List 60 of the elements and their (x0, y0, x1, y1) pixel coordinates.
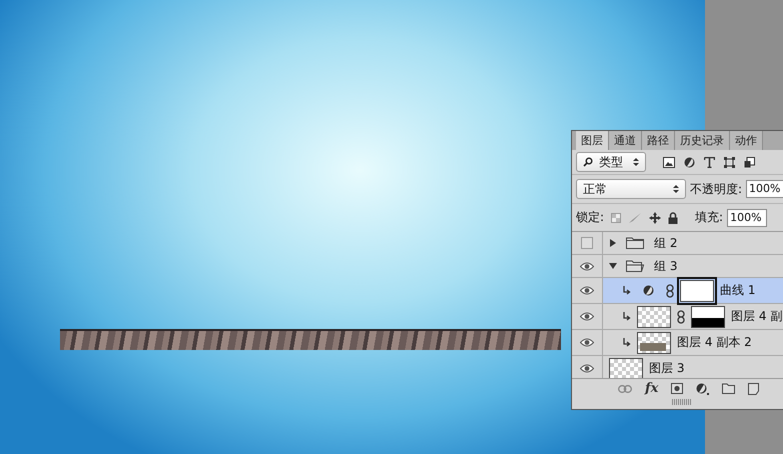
layer-thumbnail (609, 358, 643, 378)
eye-icon[interactable] (580, 338, 594, 347)
layer-thumbnail (637, 306, 671, 328)
layer-name: 组 3 (654, 258, 678, 274)
mask-icon[interactable] (671, 383, 684, 394)
search-icon (583, 157, 593, 167)
layer-name: 组 2 (654, 234, 678, 252)
half-circle-icon[interactable] (684, 156, 695, 168)
move-icon[interactable] (649, 212, 662, 224)
layer-row[interactable]: 组 2 (572, 232, 783, 255)
folder-icon (626, 237, 644, 249)
filter-value: 类型 (599, 154, 624, 170)
lock-icon[interactable] (668, 212, 678, 224)
chain-link-icon (677, 310, 685, 324)
panel-tab[interactable]: 动作 (730, 131, 763, 150)
fill-field[interactable]: 100% (727, 208, 768, 226)
opacity-label: 不透明度: (690, 180, 742, 198)
layer-row[interactable]: 图层 4 副. (572, 304, 783, 330)
half-circle-icon[interactable] (696, 382, 710, 394)
disclosure-triangle-icon[interactable] (609, 262, 617, 270)
layer-name: 图层 4 副本 2 (677, 334, 752, 351)
blend-mode-dropdown[interactable]: 正常 (576, 179, 686, 199)
new-page-icon[interactable] (748, 382, 760, 394)
folder-icon (626, 260, 644, 272)
half-circle-icon (643, 285, 654, 296)
layer-style-button[interactable]: fx (645, 381, 658, 396)
clip-arrow-icon (623, 338, 631, 347)
eye-icon[interactable] (580, 286, 594, 295)
lock-label: 锁定: (576, 209, 604, 226)
layer-thumbnail (637, 332, 671, 354)
type-icon[interactable] (704, 156, 715, 168)
eye-icon[interactable] (580, 312, 594, 321)
layer-name: 图层 4 副. (731, 308, 783, 325)
eye-icon[interactable] (580, 262, 594, 270)
resize-grip[interactable] (672, 399, 692, 405)
layer-row[interactable]: 图层 3 (572, 356, 783, 378)
updown-icon (673, 184, 679, 194)
image-icon[interactable] (663, 156, 675, 168)
layer-name: 图层 3 (649, 360, 684, 377)
layer-name: 曲线 1 (720, 282, 756, 299)
blend-mode-value: 正常 (583, 180, 608, 198)
folder-icon[interactable] (722, 383, 736, 394)
fill-label: 填充: (695, 209, 724, 226)
smart-object-icon[interactable] (744, 156, 755, 168)
mask-thumbnail (691, 306, 725, 328)
panel-tab[interactable]: 图层 (576, 131, 609, 150)
opacity-field[interactable]: 100% (746, 180, 783, 198)
transform-icon[interactable] (724, 156, 735, 168)
chain-link-icon (666, 284, 674, 298)
layer-row[interactable]: 图层 4 副本 2 (572, 330, 783, 356)
filter-dropdown[interactable]: 类型 (576, 152, 646, 172)
clip-arrow-icon (623, 286, 631, 295)
panel-tab[interactable]: 路径 (642, 131, 675, 150)
disclosure-triangle-icon[interactable] (609, 239, 617, 247)
panel-tab[interactable]: 历史记录 (675, 131, 730, 150)
eye-icon[interactable] (580, 364, 594, 373)
checker-icon[interactable] (611, 212, 622, 222)
updown-icon (633, 157, 639, 167)
panel-tab[interactable]: 通道 (609, 131, 642, 150)
clip-arrow-icon (623, 312, 631, 321)
